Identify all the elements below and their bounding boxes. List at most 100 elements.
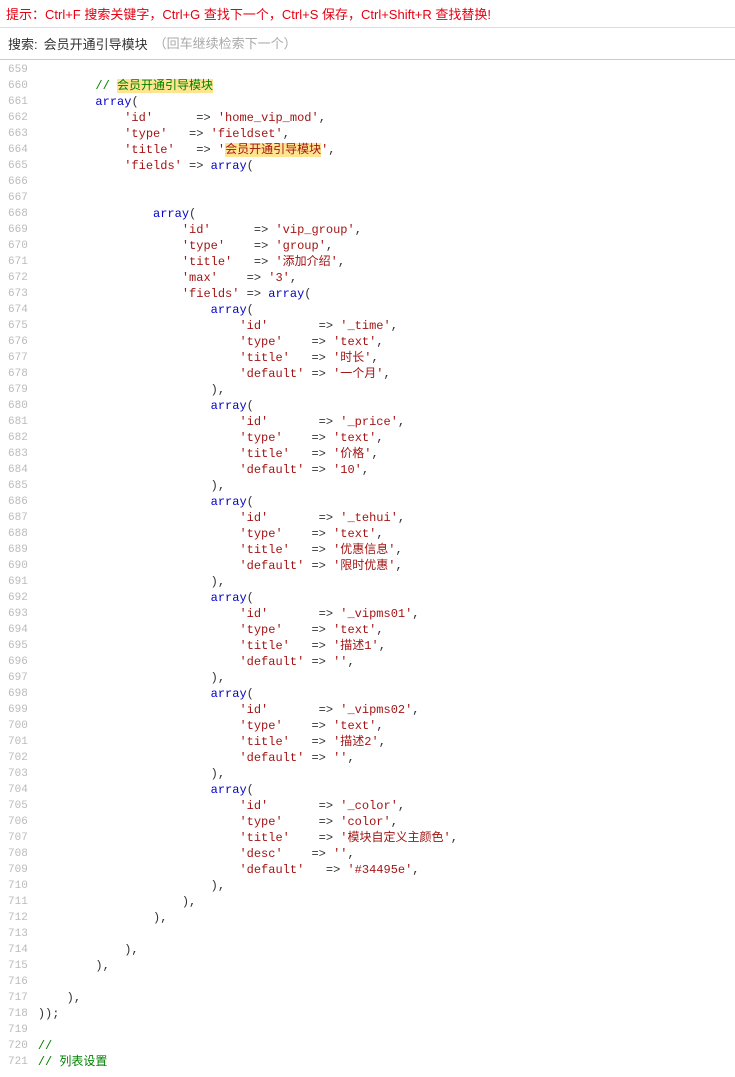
code-line[interactable]: ), (38, 878, 458, 894)
code-line[interactable] (38, 62, 458, 78)
code-content[interactable]: // 会员开通引导模块 array( 'id' => 'home_vip_mod… (34, 60, 458, 1072)
code-line[interactable]: array( (38, 494, 458, 510)
code-line[interactable]: 'id' => '_color', (38, 798, 458, 814)
code-line[interactable]: 'type' => 'text', (38, 334, 458, 350)
line-number: 693 (8, 606, 28, 622)
line-number: 696 (8, 654, 28, 670)
code-line[interactable]: 'default' => '限时优惠', (38, 558, 458, 574)
code-line[interactable]: 'default' => '', (38, 750, 458, 766)
code-line[interactable]: 'type' => 'fieldset', (38, 126, 458, 142)
code-line[interactable]: ), (38, 670, 458, 686)
line-number: 665 (8, 158, 28, 174)
code-line[interactable]: // 列表设置 (38, 1054, 458, 1070)
code-line[interactable] (38, 174, 458, 190)
code-line[interactable]: array( (38, 302, 458, 318)
code-line[interactable]: // (38, 1038, 458, 1054)
code-line[interactable]: 'desc' => '', (38, 846, 458, 862)
code-line[interactable]: 'type' => 'text', (38, 622, 458, 638)
line-number: 688 (8, 526, 28, 542)
code-line[interactable]: 'title' => '添加介绍', (38, 254, 458, 270)
code-editor[interactable]: 6596606616626636646656666676686696706716… (0, 60, 735, 1072)
line-number: 674 (8, 302, 28, 318)
line-gutter: 6596606616626636646656666676686696706716… (0, 60, 34, 1072)
code-line[interactable]: array( (38, 782, 458, 798)
line-number: 676 (8, 334, 28, 350)
line-number: 709 (8, 862, 28, 878)
code-line[interactable]: 'id' => '_tehui', (38, 510, 458, 526)
code-line[interactable]: ), (38, 990, 458, 1006)
code-line[interactable]: )); (38, 1006, 458, 1022)
code-line[interactable]: 'default' => '一个月', (38, 366, 458, 382)
line-number: 690 (8, 558, 28, 574)
line-number: 670 (8, 238, 28, 254)
code-line[interactable]: array( (38, 206, 458, 222)
code-line[interactable]: 'id' => 'home_vip_mod', (38, 110, 458, 126)
code-line[interactable]: 'id' => '_vipms02', (38, 702, 458, 718)
code-line[interactable]: 'type' => 'text', (38, 430, 458, 446)
line-number: 663 (8, 126, 28, 142)
search-input[interactable] (154, 36, 727, 51)
code-line[interactable]: ), (38, 382, 458, 398)
code-line[interactable]: array( (38, 686, 458, 702)
code-line[interactable]: 'type' => 'text', (38, 718, 458, 734)
line-number: 687 (8, 510, 28, 526)
hint-bar: 提示：Ctrl+F 搜索关键字，Ctrl+G 查找下一个，Ctrl+S 保存，C… (0, 0, 735, 28)
line-number: 689 (8, 542, 28, 558)
line-number: 713 (8, 926, 28, 942)
code-line[interactable]: ), (38, 942, 458, 958)
line-number: 666 (8, 174, 28, 190)
code-line[interactable]: ), (38, 574, 458, 590)
code-line[interactable]: 'title' => '时长', (38, 350, 458, 366)
code-line[interactable]: ), (38, 766, 458, 782)
code-line[interactable] (38, 974, 458, 990)
code-line[interactable]: 'default' => '', (38, 654, 458, 670)
line-number: 684 (8, 462, 28, 478)
code-line[interactable]: 'type' => 'color', (38, 814, 458, 830)
code-line[interactable]: 'id' => '_vipms01', (38, 606, 458, 622)
code-line[interactable]: 'title' => '描述2', (38, 734, 458, 750)
code-line[interactable]: 'title' => '优惠信息', (38, 542, 458, 558)
search-label: 搜索: (8, 34, 38, 53)
code-line[interactable] (38, 1022, 458, 1038)
code-line[interactable]: // 会员开通引导模块 (38, 78, 458, 94)
code-line[interactable]: 'type' => 'group', (38, 238, 458, 254)
line-number: 702 (8, 750, 28, 766)
line-number: 669 (8, 222, 28, 238)
code-line[interactable]: 'id' => '_time', (38, 318, 458, 334)
code-line[interactable]: array( (38, 398, 458, 414)
code-line[interactable]: ), (38, 894, 458, 910)
code-line[interactable]: array( (38, 590, 458, 606)
code-line[interactable]: 'title' => '会员开通引导模块', (38, 142, 458, 158)
code-line[interactable]: ), (38, 910, 458, 926)
code-line[interactable]: 'default' => '10', (38, 462, 458, 478)
line-number: 695 (8, 638, 28, 654)
line-number: 659 (8, 62, 28, 78)
line-number: 677 (8, 350, 28, 366)
line-number: 680 (8, 398, 28, 414)
code-line[interactable]: 'fields' => array( (38, 158, 458, 174)
code-line[interactable]: 'id' => '_price', (38, 414, 458, 430)
line-number: 681 (8, 414, 28, 430)
code-line[interactable]: 'fields' => array( (38, 286, 458, 302)
line-number: 721 (8, 1054, 28, 1070)
code-line[interactable] (38, 190, 458, 206)
line-number: 697 (8, 670, 28, 686)
code-line[interactable]: 'id' => 'vip_group', (38, 222, 458, 238)
code-line[interactable]: 'title' => '价格', (38, 446, 458, 462)
code-line[interactable]: 'title' => '模块自定义主颜色', (38, 830, 458, 846)
code-line[interactable]: 'max' => '3', (38, 270, 458, 286)
code-line[interactable]: ), (38, 958, 458, 974)
code-line[interactable]: 'title' => '描述1', (38, 638, 458, 654)
line-number: 710 (8, 878, 28, 894)
line-number: 673 (8, 286, 28, 302)
line-number: 662 (8, 110, 28, 126)
line-number: 660 (8, 78, 28, 94)
code-line[interactable]: 'default' => '#34495e', (38, 862, 458, 878)
code-line[interactable] (38, 926, 458, 942)
hint-text: 提示：Ctrl+F 搜索关键字，Ctrl+G 查找下一个，Ctrl+S 保存，C… (6, 7, 491, 22)
code-line[interactable]: ), (38, 478, 458, 494)
code-line[interactable]: 'type' => 'text', (38, 526, 458, 542)
line-number: 714 (8, 942, 28, 958)
code-line[interactable]: array( (38, 94, 458, 110)
line-number: 691 (8, 574, 28, 590)
